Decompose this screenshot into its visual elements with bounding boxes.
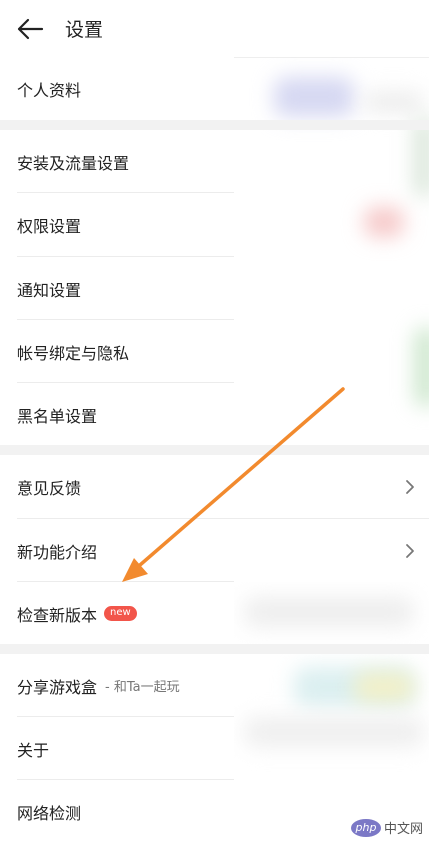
item-label: 黑名单设置 — [17, 406, 98, 426]
list-item-network-check[interactable]: 网络检测 — [0, 780, 234, 843]
chevron-right-icon — [406, 479, 414, 494]
item-label: 个人资料 — [17, 80, 82, 100]
list-item-blacklist[interactable]: 黑名单设置 — [0, 383, 234, 446]
list-item-new-features[interactable]: 新功能介绍 — [0, 519, 429, 582]
item-label: 检查新版本 — [17, 605, 98, 625]
chevron-right-icon — [406, 543, 414, 558]
list-item-share[interactable]: 分享游戏盒 - 和Ta一起玩 — [0, 654, 234, 717]
list-item-notifications[interactable]: 通知设置 — [0, 257, 234, 320]
top-bar: 设置 — [0, 0, 429, 58]
list-item-profile[interactable]: 个人资料 — [0, 57, 234, 120]
list-item-check-update[interactable]: 检查新版本 new — [0, 582, 234, 645]
watermark-text: 中文网 — [383, 822, 423, 837]
php-logo-icon: php — [350, 818, 381, 837]
back-button[interactable] — [15, 14, 45, 44]
item-label: 关于 — [17, 740, 50, 760]
list-item-feedback[interactable]: 意见反馈 — [0, 455, 429, 518]
item-label: 意见反馈 — [17, 478, 82, 498]
arrow-left-icon — [17, 18, 44, 39]
item-label: 帐号绑定与隐私 — [17, 343, 130, 363]
page-title: 设置 — [65, 19, 104, 41]
list-item-permissions[interactable]: 权限设置 — [0, 193, 234, 256]
item-label: 分享游戏盒 — [17, 677, 98, 697]
item-label: 安装及流量设置 — [17, 153, 130, 173]
item-label: 网络检测 — [17, 803, 82, 823]
list-item-account-privacy[interactable]: 帐号绑定与隐私 — [0, 320, 234, 383]
item-label: 通知设置 — [17, 280, 82, 300]
list-item-install-traffic[interactable]: 安装及流量设置 — [0, 130, 234, 193]
item-subtitle: - 和Ta一起玩 — [105, 680, 180, 695]
section-gap — [0, 445, 429, 455]
section-gap — [0, 120, 429, 130]
list-item-about[interactable]: 关于 — [0, 717, 234, 780]
new-badge: new — [104, 606, 137, 621]
item-label: 权限设置 — [17, 216, 82, 236]
item-label: 新功能介绍 — [17, 542, 98, 562]
watermark: php 中文网 — [350, 818, 423, 837]
section-gap — [0, 644, 429, 654]
